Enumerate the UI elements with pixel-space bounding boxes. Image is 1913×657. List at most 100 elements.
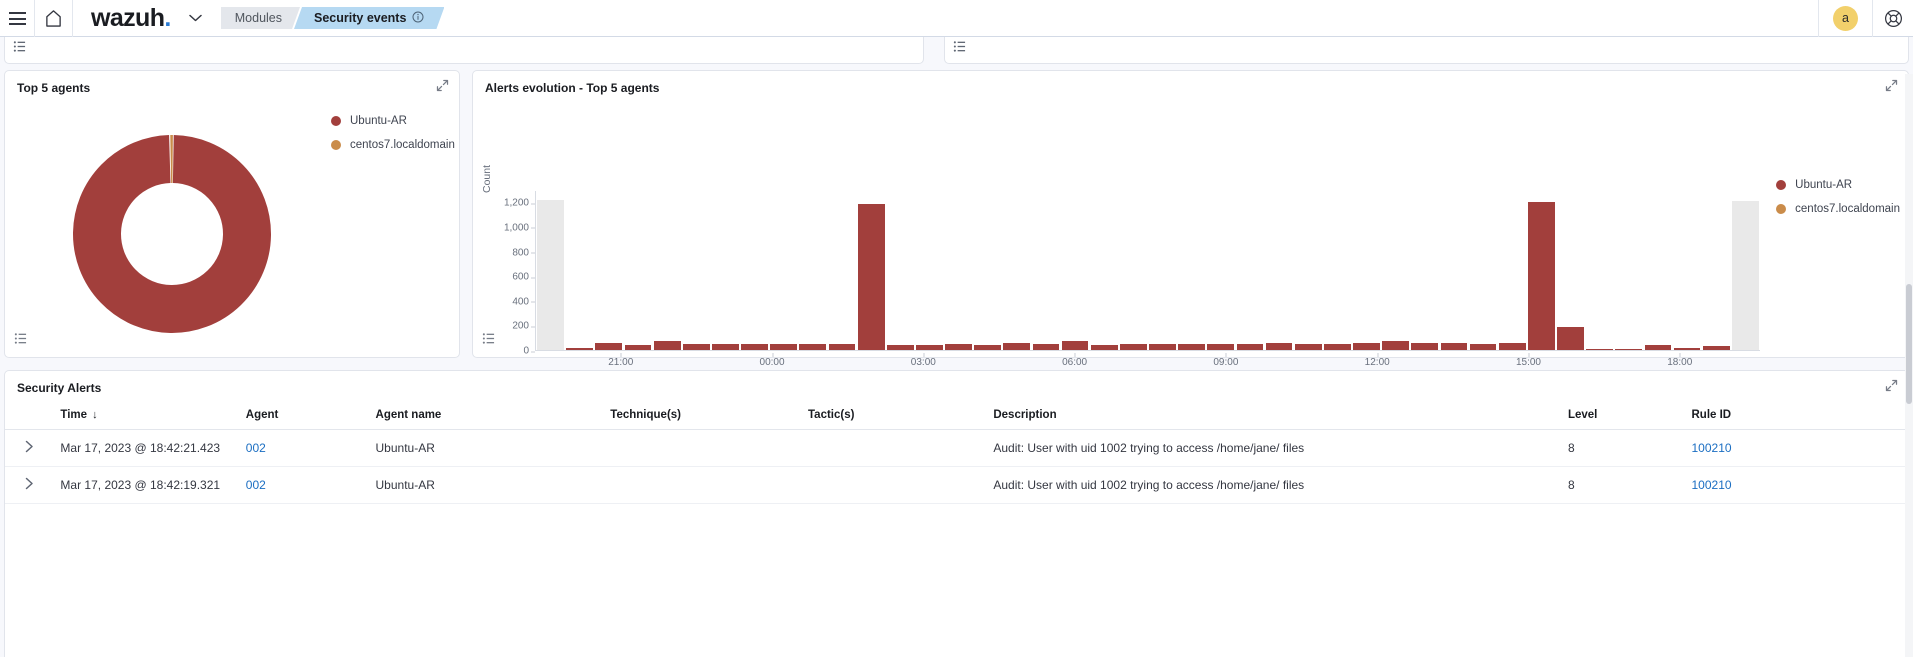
agent-link[interactable]: 002 [246, 441, 266, 455]
bar[interactable] [1644, 345, 1672, 350]
th-time[interactable]: Time ↓ [54, 401, 240, 430]
avatar[interactable]: a [1833, 5, 1858, 31]
row-expand-button[interactable] [5, 429, 55, 467]
home-icon[interactable] [35, 0, 72, 37]
cell-agent[interactable]: 002 [239, 466, 370, 504]
chevron-down-icon[interactable] [187, 9, 205, 27]
bar[interactable] [916, 345, 943, 350]
th-description-label: Description [993, 409, 1057, 421]
cutoff-panels-row: timestamp per 30 minutes [0, 23, 1913, 64]
x-axis-tick: 12:00 [1364, 353, 1390, 368]
bar[interactable] [1615, 348, 1643, 350]
table-row[interactable]: Mar 17, 2023 @ 18:42:21.423 002 Ubuntu-AR A… [5, 429, 1908, 467]
bar[interactable] [1382, 341, 1410, 350]
th-techniques-label: Technique(s) [610, 409, 682, 421]
list-view-icon[interactable] [482, 332, 495, 350]
bar[interactable] [1411, 343, 1439, 350]
bar[interactable] [770, 343, 798, 350]
agent-link[interactable]: 002 [246, 478, 266, 492]
bar[interactable] [1265, 343, 1293, 350]
help-lifebuoy-icon[interactable] [1873, 0, 1913, 37]
bar[interactable] [1469, 343, 1497, 350]
bar[interactable] [566, 347, 594, 350]
rule-id-link[interactable]: 100210 [1692, 441, 1732, 455]
bar[interactable] [857, 204, 885, 350]
bar[interactable] [799, 344, 827, 350]
list-view-icon[interactable] [13, 40, 26, 58]
bar[interactable] [1178, 343, 1206, 350]
chevron-right-icon[interactable] [25, 477, 34, 493]
page-scrollbar-thumb[interactable] [1906, 284, 1912, 404]
cell-agent[interactable]: 002 [239, 429, 370, 467]
bar[interactable] [1149, 344, 1176, 350]
hamburger-menu-icon[interactable] [0, 0, 34, 37]
y-axis-tick: 0 [523, 345, 535, 357]
page-scrollbar[interactable] [1905, 74, 1913, 657]
wazuh-logo[interactable]: wazuh . [73, 4, 179, 33]
th-agent-label: Agent [245, 409, 279, 421]
bar[interactable] [945, 344, 972, 350]
bar[interactable] [1032, 344, 1060, 350]
bar[interactable] [1090, 344, 1118, 350]
th-level[interactable]: Level [1561, 401, 1686, 430]
cell-rule-id[interactable]: 100210 [1685, 466, 1908, 504]
bar[interactable] [1586, 348, 1614, 350]
bar[interactable] [1702, 346, 1730, 350]
th-level-label: Level [1567, 409, 1598, 421]
bar[interactable] [1527, 202, 1555, 350]
legend-item-centos7[interactable]: centos7.localdomain [331, 139, 455, 151]
bar[interactable] [1673, 348, 1701, 350]
cell-time: Mar 17, 2023 @ 18:42:19.321 [54, 466, 240, 504]
bar[interactable] [1323, 344, 1351, 350]
bar[interactable] [974, 344, 1002, 350]
expand-panel-icon[interactable] [436, 79, 449, 97]
bar[interactable] [1440, 342, 1468, 350]
bar[interactable] [1498, 343, 1526, 350]
bar[interactable] [1236, 343, 1264, 350]
legend-item-ubuntu-ar[interactable]: Ubuntu-AR [331, 115, 455, 127]
th-tactics[interactable]: Tactic(s) [802, 401, 988, 430]
bar[interactable] [1353, 342, 1380, 350]
table-row[interactable]: Mar 17, 2023 @ 18:42:19.321 002 Ubuntu-AR A… [5, 466, 1908, 504]
donut-chart[interactable] [5, 97, 325, 352]
bar[interactable] [1003, 343, 1031, 350]
bar[interactable] [712, 343, 739, 350]
bar[interactable] [537, 199, 564, 350]
bar[interactable] [1120, 344, 1147, 350]
expand-panel-icon[interactable] [1885, 379, 1898, 397]
expand-panel-icon[interactable] [1885, 79, 1898, 97]
bar[interactable] [624, 345, 652, 350]
th-description[interactable]: Description [987, 401, 1562, 430]
list-view-icon[interactable] [953, 40, 966, 58]
bar[interactable] [741, 344, 768, 350]
chevron-right-icon[interactable] [25, 440, 34, 456]
bar[interactable] [1294, 343, 1322, 350]
bar[interactable] [1731, 201, 1759, 350]
legend-item-centos7[interactable]: centos7.localdomain [1776, 203, 1900, 215]
list-view-icon[interactable] [14, 332, 27, 350]
th-techniques[interactable]: Technique(s) [604, 401, 802, 430]
bar[interactable] [1557, 326, 1584, 350]
row-expand-button[interactable] [5, 466, 55, 504]
legend-item-ubuntu-ar[interactable]: Ubuntu-AR [1776, 179, 1900, 191]
th-agent-name[interactable]: Agent name [369, 401, 605, 430]
bar[interactable] [682, 344, 710, 350]
y-axis-tick: 1,200 [503, 197, 536, 209]
bar[interactable] [595, 343, 623, 350]
info-circle-icon[interactable] [412, 11, 424, 26]
th-rule-id[interactable]: Rule ID [1685, 401, 1908, 430]
th-agent[interactable]: Agent [239, 401, 370, 430]
breadcrumb-security-events[interactable]: Security events [294, 7, 444, 29]
cell-tactics [802, 466, 988, 504]
bar[interactable] [1061, 341, 1089, 350]
bar[interactable] [1207, 343, 1235, 350]
brand-name: wazuh [91, 3, 165, 32]
donut-legend: Ubuntu-AR centos7.localdomain [331, 115, 455, 163]
bar-chart[interactable]: Count 0 200 400 600 800 1,000 1,200 21:00 00:00… [473, 97, 1908, 383]
bar[interactable] [886, 344, 914, 350]
cell-rule-id[interactable]: 100210 [1685, 429, 1908, 467]
bar[interactable] [653, 341, 681, 350]
breadcrumb-modules[interactable]: Modules [221, 7, 300, 29]
rule-id-link[interactable]: 100210 [1692, 478, 1732, 492]
bar[interactable] [828, 344, 856, 350]
